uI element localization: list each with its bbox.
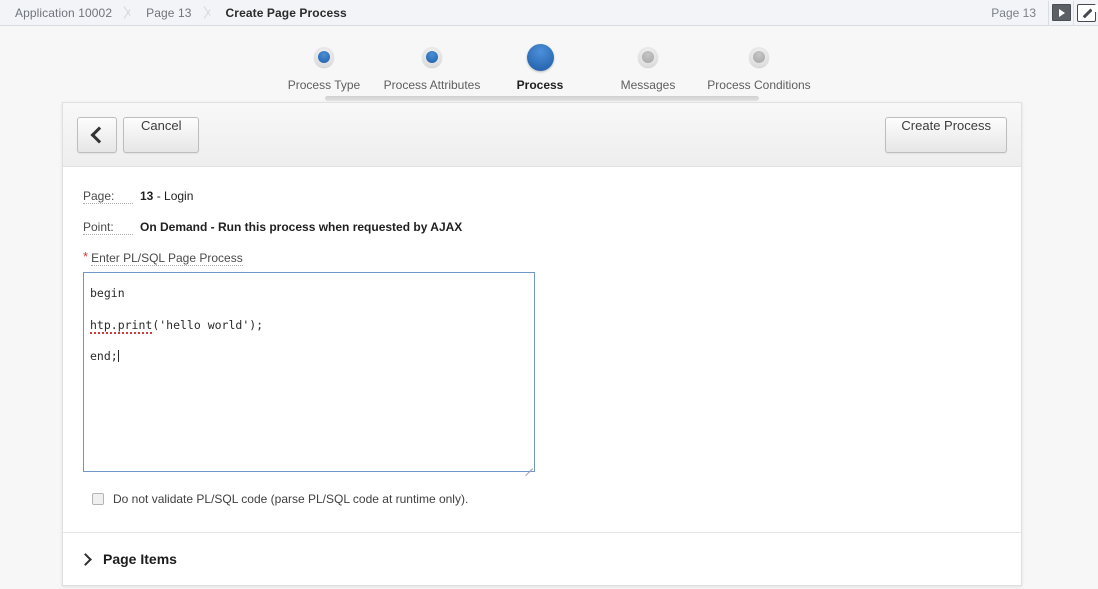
page-field-value-bold: 13 (140, 189, 154, 203)
code-line-3: end; (90, 341, 528, 373)
code-line-2: htp.print('hello world'); (90, 310, 528, 342)
chevron-right-icon (79, 552, 92, 566)
wizard-step-process-conditions[interactable]: Process Conditions (689, 40, 829, 92)
page-field-row: Page: 13 - Login (83, 189, 1001, 204)
panel-body: Page: 13 - Login Point: On Demand - Run … (63, 167, 1021, 532)
do-not-validate-checkbox[interactable] (92, 493, 104, 505)
breadcrumb-item-application[interactable]: Application 10002 (6, 0, 121, 25)
header-actions: Page 13 (979, 0, 1098, 25)
plsql-label-row: * Enter PL/SQL Page Process (83, 249, 1001, 266)
point-field-value-bold: On Demand (140, 220, 208, 234)
point-field-value: On Demand - Run this process when reques… (140, 220, 462, 234)
panel-toolbar: Cancel Create Process (63, 103, 1021, 167)
page-items-title: Page Items (103, 551, 177, 567)
text-cursor (117, 350, 119, 363)
chevron-left-icon (90, 126, 107, 143)
wizard-step-dot (689, 40, 829, 74)
pencil-edit-icon (1076, 3, 1098, 22)
validate-checkbox-row: Do not validate PL/SQL code (parse PL/SQ… (83, 492, 1001, 506)
page-field-label[interactable]: Page: (83, 189, 133, 204)
play-icon (1051, 4, 1071, 21)
page-field-value: 13 - Login (140, 189, 193, 203)
required-asterisk: * (83, 249, 89, 264)
code-line-3-text: end; (90, 349, 118, 364)
breadcrumb-separator-icon (121, 0, 137, 25)
app-header-bar: Application 10002 Page 13 Create Page Pr… (0, 0, 1098, 26)
back-button[interactable] (77, 116, 117, 153)
edit-page-button[interactable] (1073, 0, 1098, 25)
create-process-panel: Cancel Create Process Page: 13 - Login P… (62, 102, 1022, 586)
code-line-2-rest: ('hello world'); (152, 317, 264, 332)
wizard-progress: Process Type Process Attributes Process … (0, 40, 1098, 101)
point-field-value-rest: - Run this process when requested by AJA… (207, 220, 463, 234)
page-field-value-rest: - Login (153, 189, 194, 203)
breadcrumb-item-current: Create Page Process (225, 5, 347, 20)
plsql-code-textarea[interactable]: begin htp.print('hello world'); end; (83, 272, 535, 472)
code-line-1: begin (90, 286, 125, 300)
point-field-row: Point: On Demand - Run this process when… (83, 220, 1001, 235)
wizard-step-label: Process Conditions (707, 78, 811, 92)
cancel-button[interactable]: Cancel (123, 116, 200, 153)
page-items-accordion[interactable]: Page Items (63, 532, 1021, 585)
code-spellcheck-error: htp.print (90, 317, 153, 334)
point-field-label[interactable]: Point: (83, 220, 133, 235)
create-process-button[interactable]: Create Process (885, 116, 1007, 153)
run-page-button[interactable] (1048, 0, 1073, 25)
header-page-label: Page 13 (991, 5, 1036, 20)
do-not-validate-label[interactable]: Do not validate PL/SQL code (parse PL/SQ… (113, 492, 468, 506)
breadcrumb-separator-icon (201, 0, 217, 25)
breadcrumb-item-page[interactable]: Page 13 (137, 0, 200, 25)
plsql-field-label[interactable]: Enter PL/SQL Page Process (91, 251, 243, 266)
breadcrumb: Application 10002 Page 13 Create Page Pr… (0, 0, 356, 25)
wizard-track-line (325, 96, 759, 101)
plsql-textarea-wrapper: begin htp.print('hello world'); end; (83, 272, 535, 477)
